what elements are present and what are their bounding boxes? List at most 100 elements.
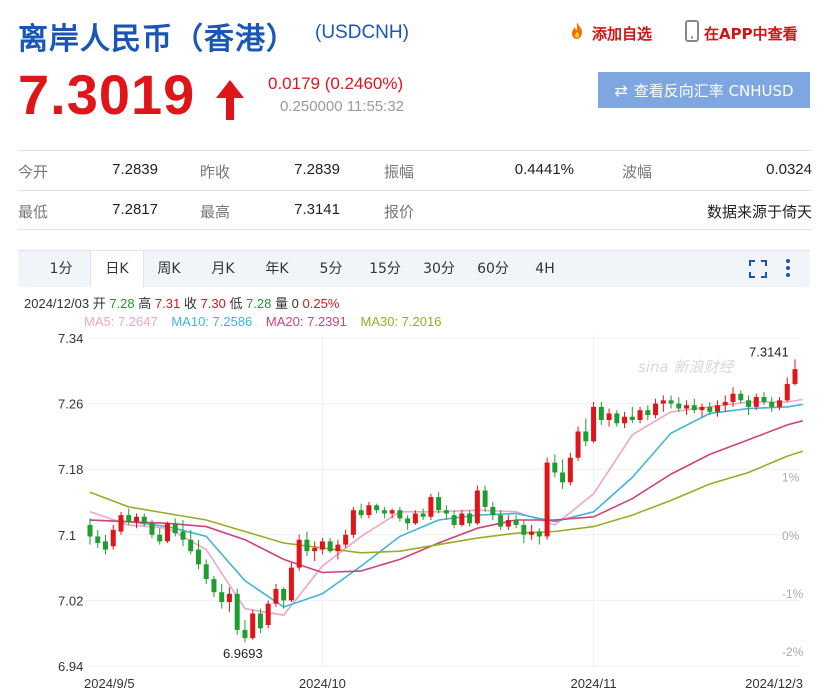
candle-body <box>381 510 387 514</box>
candle-body <box>722 401 728 406</box>
info-open: 7.28 <box>109 296 135 311</box>
ma20-legend: MA20: 7.2391 <box>265 314 347 329</box>
y-tick-label: 6.94 <box>58 659 83 674</box>
price-change: 0.0179 (0.2460%) <box>268 74 404 93</box>
candle-body <box>188 539 194 552</box>
flame-icon <box>566 20 588 46</box>
candle-body <box>366 505 372 516</box>
y-tick-label: 7.1 <box>58 528 76 543</box>
candle-body <box>118 515 124 532</box>
candle-body <box>141 516 147 524</box>
tab-weekly-k[interactable]: 周K <box>144 251 194 287</box>
info-vol: 0 <box>291 296 299 311</box>
candle-body <box>668 400 674 404</box>
ma-line-ma30 <box>89 450 803 554</box>
tab-yearly-k[interactable]: 年K <box>252 251 302 287</box>
candle-body <box>629 416 635 420</box>
tab-1min[interactable]: 1分 <box>32 251 90 287</box>
candle-body <box>552 462 558 473</box>
candle-body <box>653 403 659 416</box>
candle-body <box>598 406 604 420</box>
candle-body <box>242 629 248 639</box>
view-in-app-button[interactable]: 在APP中查看 <box>684 20 798 46</box>
candle-body <box>234 593 240 630</box>
wave-value: 0.0324 <box>766 161 812 178</box>
tab-30min[interactable]: 30分 <box>414 251 464 287</box>
candle-body <box>389 510 395 514</box>
max-value-label: 7.3141 <box>749 344 789 359</box>
candle-body <box>211 579 217 593</box>
period-tabs: 1分 日K 周K 月K 年K 5分 15分 30分 60分 4H <box>18 250 810 287</box>
pct-tick-label: 0% <box>782 529 800 543</box>
candle-body <box>296 539 302 568</box>
candle-body <box>281 588 287 601</box>
candle-body <box>397 510 403 519</box>
candle-body <box>102 541 108 550</box>
candle-body <box>327 541 333 552</box>
candle-body <box>753 397 759 407</box>
candle-body <box>95 536 101 543</box>
candle-body <box>660 400 666 404</box>
phone-icon <box>684 20 700 46</box>
more-icon[interactable] <box>784 257 792 283</box>
reverse-rate-button[interactable]: ⇄ 查看反向汇率 CNHUSD <box>598 72 810 108</box>
tab-monthly-k[interactable]: 月K <box>198 251 248 287</box>
tab-5min[interactable]: 5分 <box>306 251 356 287</box>
candle-body <box>536 531 542 537</box>
fullscreen-icon[interactable] <box>748 259 768 283</box>
candle-body <box>645 410 651 416</box>
info-open-label: 开 <box>92 296 106 311</box>
candle-body <box>459 513 465 525</box>
candle-body <box>157 534 163 542</box>
y-tick-label: 7.26 <box>58 397 83 412</box>
arrow-up-icon <box>214 78 246 126</box>
tab-60min[interactable]: 60分 <box>468 251 518 287</box>
candle-body <box>436 497 442 511</box>
candle-body <box>575 431 581 458</box>
tab-15min[interactable]: 15分 <box>360 251 410 287</box>
candlestick-chart: 7.34 7.26 7.18 7.1 7.02 6.94 1% 0% -1% -2% sina 新浪… <box>58 331 804 691</box>
ma-legend: MA5: 7.2647 MA10: 7.2586 MA20: 7.2391 MA… <box>84 314 441 329</box>
candle-body <box>126 515 132 522</box>
info-close: 7.30 <box>200 296 226 311</box>
candle-info-bar: 2024/12/03 开 7.28 高 7.31 收 7.30 低 7.28 量… <box>24 293 339 312</box>
candle-body <box>226 593 232 603</box>
candle-body <box>219 592 225 603</box>
candle-body <box>288 567 294 601</box>
candle-body <box>505 520 511 527</box>
candle-body <box>792 369 798 384</box>
candle-body <box>250 613 256 639</box>
info-high: 7.31 <box>154 296 181 311</box>
candle-body <box>474 490 480 524</box>
candle-body <box>583 431 589 442</box>
high-value: 7.3141 <box>294 201 340 218</box>
candle-body <box>529 531 535 535</box>
info-vol-label: 量 <box>275 296 289 311</box>
candle-body <box>467 513 473 524</box>
tab-4h[interactable]: 4H <box>522 251 568 287</box>
candle-body <box>312 547 318 552</box>
candle-body <box>304 539 310 552</box>
pct-tick-label: -2% <box>782 645 804 659</box>
candle-body <box>676 403 682 409</box>
candle-body <box>567 457 573 483</box>
candle-body <box>707 406 713 412</box>
candle-body <box>614 413 620 424</box>
candle-body <box>777 400 783 407</box>
pct-tick-label: 1% <box>782 471 800 485</box>
quote-label: 报价 <box>384 203 415 221</box>
candle-body <box>133 516 139 522</box>
candle-body <box>195 549 201 565</box>
add-favorite-button[interactable]: 添加自选 <box>566 20 652 46</box>
add-favorite-label: 添加自选 <box>592 24 653 43</box>
y-tick-label: 7.02 <box>58 593 83 608</box>
candle-body <box>769 401 775 407</box>
pct-tick-label: -1% <box>782 587 804 601</box>
candle-body <box>420 513 426 517</box>
reverse-rate-label: 查看反向汇率 CNHUSD <box>633 81 794 100</box>
tab-daily-k[interactable]: 日K <box>90 251 144 287</box>
candle-body <box>412 513 418 524</box>
candle-body <box>203 564 209 580</box>
info-close-label: 收 <box>183 296 197 311</box>
y-tick-label: 7.34 <box>58 331 83 346</box>
